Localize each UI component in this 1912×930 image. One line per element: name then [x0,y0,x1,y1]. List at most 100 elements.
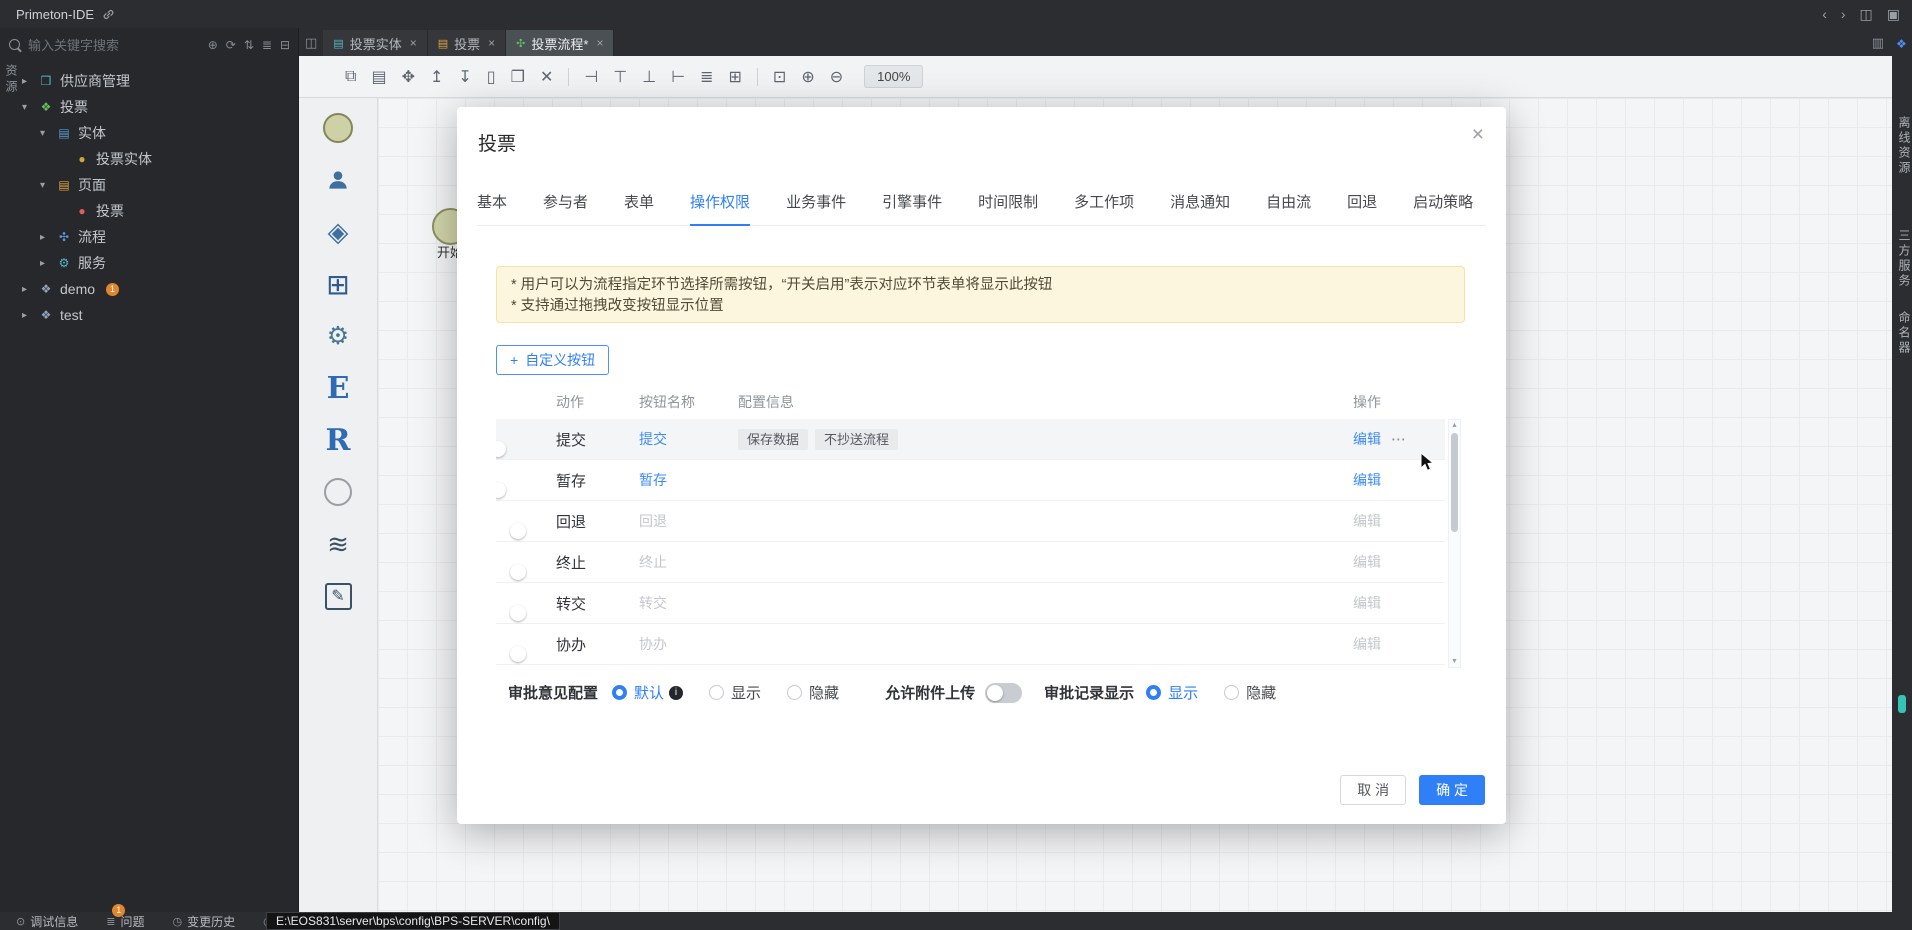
grid-icon[interactable]: ⊞ [729,67,742,87]
tree-item[interactable]: ▸ ✣ 流程 [0,224,298,250]
document-icon[interactable]: ▯ [487,67,496,87]
problems-item[interactable]: ≣ 1 问题 [106,913,144,930]
info-icon[interactable]: i [669,686,683,700]
rail-tab-namer[interactable]: 命名器 [1896,311,1912,356]
refresh-icon[interactable]: ⟳ [226,38,236,52]
rail-plugin-icon[interactable]: ❖ [1896,37,1907,51]
editor-tab[interactable]: ▤ 投票 × [428,30,506,56]
import-icon[interactable]: ↧ [458,67,471,87]
table-scrollbar[interactable]: ▲ ▼ [1448,419,1461,668]
cancel-button[interactable]: 取 消 [1340,775,1406,805]
opinion-hide-choice[interactable]: 隐藏 [787,682,839,703]
tab-free-flow[interactable]: 自由流 [1266,193,1311,226]
palette-rule[interactable]: R [320,422,356,458]
filter-icon[interactable]: ≣ [262,38,272,52]
tab-multi-workitem[interactable]: 多工作项 [1074,193,1134,226]
locate-icon[interactable]: ⊟ [280,38,290,52]
twisty-icon[interactable]: ▸ [22,310,32,321]
tab-rollback[interactable]: 回退 [1347,193,1377,226]
palette-flow[interactable]: ≋ [320,526,356,562]
palette-entity[interactable]: E [320,370,356,406]
radio-icon[interactable] [1146,685,1161,700]
scroll-up-icon[interactable]: ▲ [1449,422,1460,429]
expand-all-icon[interactable]: ⇅ [244,38,254,52]
editor-tab[interactable]: ▤ 投票实体 × [323,30,427,56]
edit-link[interactable]: 编辑 [1353,470,1381,490]
tree-item[interactable]: ● 投票 [0,198,298,224]
close-tab-icon[interactable]: × [410,36,417,50]
rail-tab-third-party-services[interactable]: 三方服务 [1896,229,1912,289]
align-right-icon[interactable]: ⊢ [671,67,685,87]
edit-link[interactable]: 编辑 [1353,429,1381,449]
radio-icon[interactable] [1224,685,1239,700]
palette-subprocess[interactable]: ⊞ [320,266,356,302]
ok-button[interactable]: 确 定 [1419,775,1485,805]
delete-icon[interactable]: ✕ [540,67,553,87]
attachment-upload-toggle[interactable] [985,683,1022,703]
tab-form[interactable]: 表单 [624,193,654,226]
palette-gateway[interactable]: ◈ [320,214,356,250]
twisty-icon[interactable]: ▸ [40,258,50,269]
copy-icon[interactable]: ⧉ [345,68,356,86]
layout-toggle-icon[interactable]: ◫ [1860,6,1873,23]
tab-start-strategy[interactable]: 启动策略 [1413,193,1473,226]
editor-tab-active[interactable]: ✣ 投票流程* × [506,30,614,56]
search-input[interactable] [28,38,202,53]
button-name-link[interactable]: 暂存 [639,470,738,490]
button-name-link[interactable]: 提交 [639,429,738,449]
zoom-out-icon[interactable]: ⊖ [830,67,843,87]
nav-back-icon[interactable]: ‹ [1822,6,1827,22]
twisty-icon[interactable]: ▸ [40,232,50,243]
tree-item[interactable]: ▾ ▤ 页面 [0,172,298,198]
editor-layout-icon[interactable]: ▥ [1872,35,1884,51]
split-editor-icon[interactable]: ◫ [305,35,317,51]
zoom-in-icon[interactable]: ⊕ [801,67,814,87]
more-actions-icon[interactable]: ⋯ [1391,430,1407,448]
tab-basic[interactable]: 基本 [477,193,507,226]
close-tab-icon[interactable]: × [596,36,603,50]
align-top-icon[interactable]: ⊤ [613,67,627,87]
twisty-icon[interactable]: ▾ [40,180,50,191]
tab-time-limit[interactable]: 时间限制 [978,193,1038,226]
scrollbar-thumb[interactable] [1451,433,1458,532]
rail-tab-offline-resources[interactable]: 离线资源 [1896,116,1912,176]
collapse-all-icon[interactable]: ⊕ [208,38,218,52]
palette-service[interactable]: ⚙ [320,318,356,354]
fit-screen-icon[interactable]: ⊡ [773,67,786,87]
paste-icon[interactable]: ▤ [371,67,386,87]
nav-forward-icon[interactable]: › [1841,6,1846,22]
tab-notification[interactable]: 消息通知 [1170,193,1230,226]
radio-icon[interactable] [787,685,802,700]
debug-info-item[interactable]: ⊙ 调试信息 [16,913,78,930]
export-icon[interactable]: ↥ [430,67,443,87]
twisty-icon[interactable]: ▸ [22,284,32,295]
close-tab-icon[interactable]: × [488,36,495,50]
tree-item[interactable]: ▸ ❖ test [0,302,298,328]
duplicate-icon[interactable]: ❐ [511,67,525,87]
opinion-default-choice[interactable]: 默认 i [612,682,683,703]
distribute-icon[interactable]: ≣ [700,67,713,87]
palette-state[interactable] [320,474,356,510]
twisty-icon[interactable]: ▾ [22,102,32,113]
tree-item[interactable]: ▸ ❒ 供应商管理 [0,68,298,94]
tab-participants[interactable]: 参与者 [543,193,588,226]
twisty-icon[interactable]: ▾ [40,128,50,139]
tree-item[interactable]: ▾ ❖ 投票 [0,94,298,120]
zoom-level-select[interactable]: 100% [864,65,923,88]
close-icon[interactable]: × [1472,123,1484,147]
twisty-icon[interactable]: ▸ [22,76,32,87]
palette-start-node[interactable] [320,110,356,146]
align-bottom-icon[interactable]: ⊥ [642,67,656,87]
opinion-show-choice[interactable]: 显示 [709,682,761,703]
record-hide-choice[interactable]: 隐藏 [1224,682,1276,703]
change-history-item[interactable]: ◷ 变更历史 [172,913,235,930]
tree-item[interactable]: ▾ ▤ 实体 [0,120,298,146]
add-custom-button[interactable]: + 自定义按钮 [496,345,609,375]
tree-item[interactable]: ▸ ⚙ 服务 [0,250,298,276]
radio-icon[interactable] [709,685,724,700]
align-left-icon[interactable]: ⊣ [584,67,598,87]
tab-operation-permissions[interactable]: 操作权限 [690,193,750,226]
tree-item[interactable]: ● 投票实体 [0,146,298,172]
panel-toggle-icon[interactable]: ▣ [1887,6,1900,23]
tab-engine-events[interactable]: 引擎事件 [882,193,942,226]
